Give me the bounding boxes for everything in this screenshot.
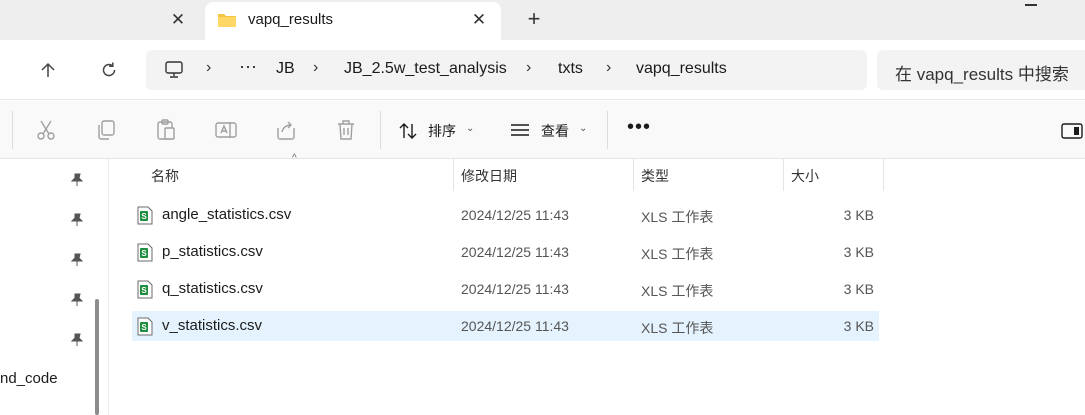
delete-icon[interactable] [334,118,358,142]
file-type: XLS 工作表 [641,246,714,262]
chevron-down-icon: ⌄ [579,123,588,134]
file-name[interactable]: angle_statistics.csv [162,206,291,223]
breadcrumb[interactable]: › ··· JB › JB_2.5w_test_analysis › txts … [146,50,867,90]
svg-text:S: S [141,286,147,295]
column-divider[interactable] [453,159,454,191]
file-type: XLS 工作表 [641,209,714,225]
file-type: XLS 工作表 [641,283,714,299]
search-input[interactable]: 在 vapq_results 中搜索 [877,50,1085,90]
pin-icon[interactable] [70,333,84,347]
navigation-pane: nd_code [0,159,100,415]
csv-file-icon: S [137,280,153,299]
column-header-type[interactable]: 类型 [641,166,669,186]
view-button[interactable]: 查看 [541,121,569,141]
pin-icon[interactable] [70,213,84,227]
file-modified: 2024/12/25 11:43 [461,281,569,297]
more-icon[interactable]: ··· [239,56,257,77]
paste-icon[interactable] [154,118,178,142]
column-header-name[interactable]: 名称 [151,166,179,186]
file-modified: 2024/12/25 11:43 [461,207,569,223]
nav-item-label[interactable]: nd_code [0,370,58,387]
divider [12,111,13,149]
file-name[interactable]: q_statistics.csv [162,280,263,297]
breadcrumb-item[interactable]: JB [276,60,295,78]
breadcrumb-item[interactable]: txts [558,60,583,78]
column-header-modified[interactable]: 修改日期 [461,166,517,186]
file-size: 3 KB [843,244,874,260]
minimize-icon[interactable] [1025,4,1037,6]
svg-text:S: S [141,249,147,258]
pin-icon[interactable] [70,293,84,307]
tab-title: vapq_results [248,11,334,28]
file-name[interactable]: v_statistics.csv [162,317,262,334]
file-size: 3 KB [843,281,874,297]
breadcrumb-item[interactable]: vapq_results [636,60,727,78]
file-name[interactable]: p_statistics.csv [162,243,263,260]
column-divider[interactable] [783,159,784,191]
file-row[interactable]: S angle_statistics.csv 2024/12/25 11:43 … [132,200,879,230]
pane-divider[interactable] [108,159,109,415]
csv-file-icon: S [137,317,153,336]
refresh-icon [102,62,116,77]
close-icon[interactable]: ✕ [469,10,489,30]
file-row[interactable]: S p_statistics.csv 2024/12/25 11:43 XLS … [132,237,879,267]
copy-icon[interactable] [94,118,118,142]
close-icon[interactable]: ✕ [168,10,188,30]
refresh-button[interactable] [95,56,123,84]
column-divider[interactable] [633,159,634,191]
more-options-icon[interactable]: ••• [627,116,651,139]
file-row[interactable]: S q_statistics.csv 2024/12/25 11:43 XLS … [132,274,879,304]
new-tab-button[interactable]: + [522,8,546,32]
this-pc-icon[interactable] [164,61,184,79]
sort-button[interactable]: 排序 [428,121,456,141]
pin-icon[interactable] [70,173,84,187]
file-size: 3 KB [843,318,874,334]
details-pane-icon[interactable] [1061,123,1083,139]
column-header-size[interactable]: 大小 [791,166,819,186]
folder-icon [218,14,236,27]
tab-active[interactable]: vapq_results ✕ [205,2,501,40]
tab-strip: ✕ vapq_results ✕ + [0,0,1085,40]
view-icon[interactable] [510,122,530,138]
chevron-right-icon: › [206,59,212,76]
sort-icon[interactable] [398,121,418,141]
csv-file-icon: S [137,206,153,225]
arrow-up-icon [41,62,55,77]
rename-icon[interactable] [214,118,238,142]
file-type: XLS 工作表 [641,320,714,336]
cut-icon[interactable] [34,118,58,142]
chevron-down-icon: ⌄ [466,123,475,134]
sort-ascending-icon: ^ [292,153,297,164]
chevron-right-icon: › [606,59,612,76]
command-bar: 排序 ⌄ 查看 ⌄ ••• [0,101,1085,159]
chevron-right-icon: › [313,59,319,76]
share-icon[interactable] [274,118,298,142]
chevron-right-icon: › [526,59,532,76]
csv-file-icon: S [137,243,153,262]
svg-text:S: S [141,212,147,221]
up-button[interactable] [34,56,62,84]
divider [380,111,381,149]
file-size: 3 KB [843,207,874,223]
column-divider[interactable] [883,159,884,191]
breadcrumb-item[interactable]: JB_2.5w_test_analysis [344,60,507,78]
divider [607,111,608,149]
search-placeholder: 在 vapq_results 中搜索 [895,65,1069,84]
nav-scrollbar[interactable] [95,299,99,415]
pin-icon[interactable] [70,253,84,267]
address-row: › ··· JB › JB_2.5w_test_analysis › txts … [0,40,1085,100]
file-modified: 2024/12/25 11:43 [461,244,569,260]
svg-text:S: S [141,323,147,332]
file-modified: 2024/12/25 11:43 [461,318,569,334]
tab-previous[interactable]: ✕ [0,0,205,40]
file-row-selected[interactable]: S v_statistics.csv 2024/12/25 11:43 XLS … [132,311,879,341]
